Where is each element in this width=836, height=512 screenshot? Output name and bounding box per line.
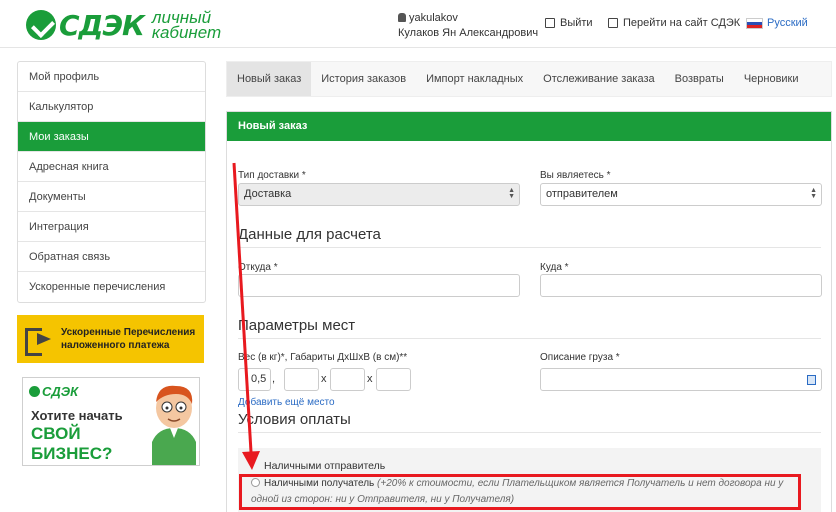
sidebar-item-integration[interactable]: Интеграция (18, 212, 205, 242)
length-input[interactable] (284, 368, 319, 391)
x-separator: x (367, 373, 373, 385)
banner-cdek-logo: СДЭК (29, 384, 78, 399)
username: yakulakov (409, 12, 458, 24)
you-are-value: отправителем (546, 188, 618, 200)
sidebar-item-calculator[interactable]: Калькулятор (18, 92, 205, 122)
logo-subtitle: личный кабинет (151, 9, 222, 42)
fast-transfers-banner[interactable]: Ускоренные Перечисления наложенного плат… (17, 315, 204, 363)
user-full-name: Кулаков Ян Александрович (398, 27, 539, 39)
go-to-site-link[interactable]: Перейти на сайт СДЭК (608, 17, 740, 29)
cartoon-man-illustration (152, 385, 196, 465)
banner-question-line1: Хотите начать (31, 408, 123, 423)
logout-label: Выйти (560, 17, 593, 29)
logo-text: СДЭК (59, 8, 145, 42)
new-order-panel: Новый заказ Тип доставки * Доставка ▲ ▼ В… (226, 111, 832, 512)
sidebar-item-documents[interactable]: Документы (18, 182, 205, 212)
copy-icon[interactable] (807, 375, 816, 385)
sidebar-item-my-orders[interactable]: Мои заказы (18, 122, 205, 152)
cdek-logo[interactable]: СДЭК личный кабинет (26, 8, 221, 42)
highlight-box (239, 474, 801, 510)
delivery-type-select[interactable]: Доставка ▲ ▼ (238, 183, 520, 206)
transfer-arrow-icon (25, 324, 55, 356)
tab-order-history[interactable]: История заказов (311, 62, 416, 96)
pay-option-sender-label[interactable]: Наличными отправитель (264, 460, 385, 472)
go-to-site-label: Перейти на сайт СДЭК (623, 17, 741, 29)
payment-terms-heading: Условия оплаты (238, 411, 351, 428)
tab-drafts[interactable]: Черновики (734, 62, 809, 96)
banner-question-line2: СВОЙ (31, 424, 81, 443)
you-are-select[interactable]: отправителем ▲ ▼ (540, 183, 822, 206)
places-heading: Параметры мест (238, 317, 356, 334)
sidebar-item-address-book[interactable]: Адресная книга (18, 152, 205, 182)
width-input[interactable] (330, 368, 365, 391)
comma-separator: , (272, 373, 276, 385)
sidebar-nav: Мой профиль Калькулятор Мои заказы Адрес… (17, 61, 206, 303)
language-selector[interactable]: Русский (746, 17, 808, 29)
x-separator: x (321, 373, 327, 385)
height-input[interactable] (376, 368, 411, 391)
orders-tabs: Новый заказ История заказов Импорт накла… (226, 61, 832, 97)
header: СДЭК личный кабинет yakulakov Кулаков Ян… (0, 0, 836, 48)
banner-line2: наложенного платежа (61, 340, 170, 351)
weight-input[interactable]: 0,5 (238, 368, 271, 391)
external-link-icon (608, 18, 618, 28)
tab-new-order[interactable]: Новый заказ (227, 62, 312, 96)
russian-flag-icon (746, 17, 763, 29)
delivery-type-value: Доставка (244, 188, 292, 200)
weight-dimensions-label: Вес (в кг)*, Габариты ДхШхВ (в см)** (238, 352, 408, 363)
user-icon (398, 13, 406, 22)
you-are-label: Вы являетесь * (540, 170, 611, 181)
from-input[interactable] (238, 274, 520, 297)
divider (238, 432, 821, 433)
add-place-link[interactable]: Добавить ещё место (238, 397, 335, 408)
start-business-banner[interactable]: СДЭК Хотите начать СВОЙ БИЗНЕС? (22, 377, 200, 466)
divider (238, 338, 821, 339)
to-input[interactable] (540, 274, 822, 297)
cargo-description-label: Описание груза * (540, 352, 620, 363)
from-label: Откуда * (238, 262, 278, 273)
calc-data-heading: Данные для расчета (238, 226, 381, 243)
user-info: yakulakov Кулаков Ян Александрович (398, 11, 538, 41)
select-arrows-icon: ▲ ▼ (508, 187, 515, 200)
delivery-type-label: Тип доставки * (238, 170, 306, 181)
fast-transfers-banner-text: Ускоренные Перечисления наложенного плат… (61, 326, 195, 352)
to-label: Куда * (540, 262, 569, 273)
logo-subtitle-line2: кабинет (151, 23, 222, 42)
banner-logo-text: СДЭК (42, 384, 79, 399)
pay-option-sender-text: Наличными отправитель (264, 460, 386, 472)
logout-link[interactable]: Выйти (545, 17, 593, 29)
tab-returns[interactable]: Возвраты (665, 62, 734, 96)
banner-question-line3: БИЗНЕС? (31, 444, 113, 463)
logout-icon (545, 18, 555, 28)
panel-title: Новый заказ (227, 112, 831, 141)
cdek-logo-icon (29, 386, 40, 397)
sidebar-item-profile[interactable]: Мой профиль (18, 62, 205, 92)
tab-order-tracking[interactable]: Отслеживание заказа (533, 62, 665, 96)
language-label: Русский (767, 17, 808, 29)
sidebar-item-feedback[interactable]: Обратная связь (18, 242, 205, 272)
divider (238, 247, 821, 248)
sidebar-item-fast-transfers[interactable]: Ускоренные перечисления (18, 272, 205, 302)
tab-import-waybills[interactable]: Импорт накладных (416, 62, 533, 96)
select-arrows-icon: ▲ ▼ (810, 187, 817, 200)
cdek-logo-icon (26, 10, 56, 40)
cargo-description-input[interactable] (540, 368, 822, 391)
banner-line1: Ускоренные Перечисления (61, 327, 196, 338)
